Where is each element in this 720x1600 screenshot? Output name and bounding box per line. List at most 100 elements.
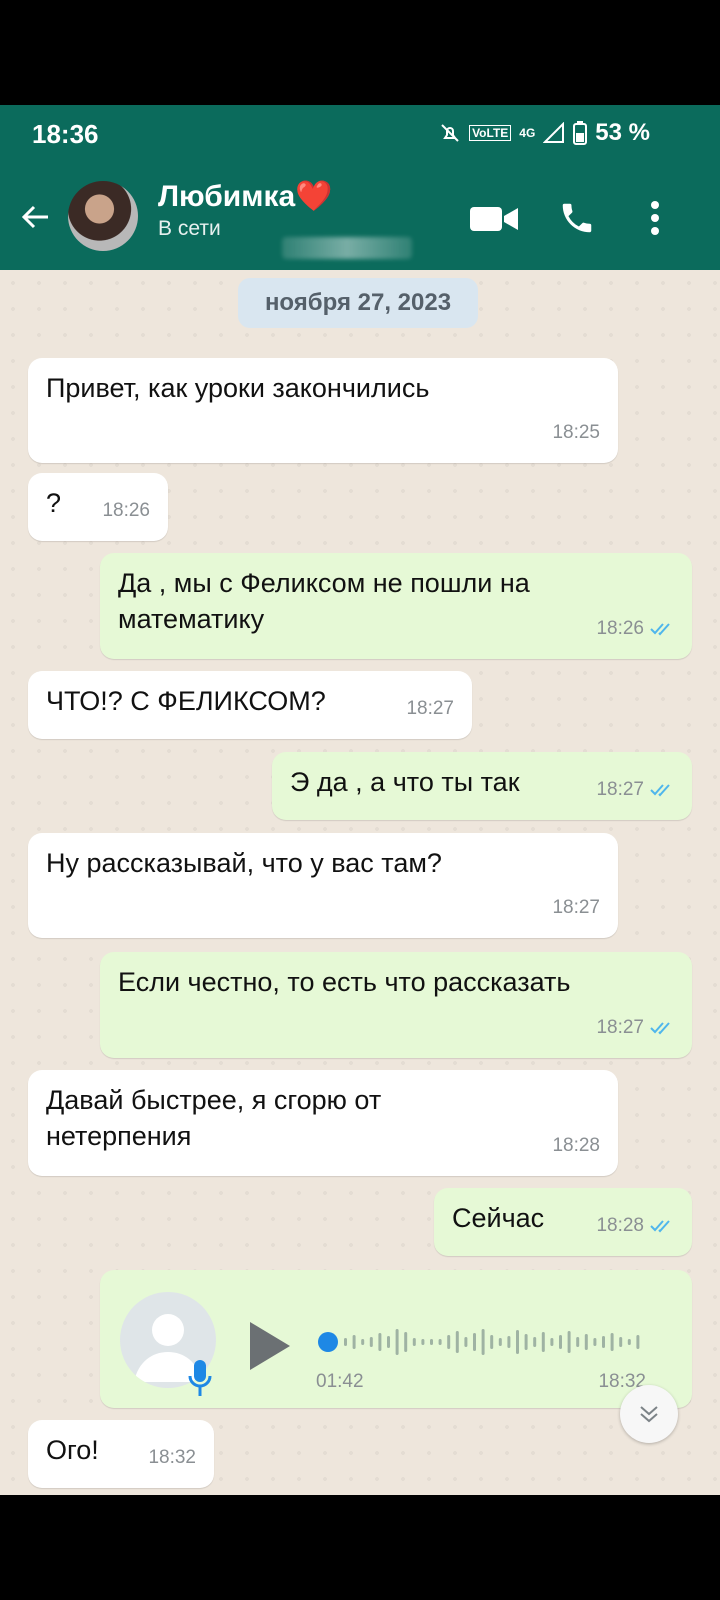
message-time: 18:27 bbox=[596, 1010, 674, 1046]
message-text: Э да , а что ты так bbox=[290, 767, 520, 797]
voice-duration: 01:42 bbox=[316, 1371, 364, 1392]
message-timestamp: 18:27 bbox=[406, 698, 454, 719]
incoming-message[interactable]: ? 18:26 bbox=[28, 473, 168, 541]
status-icons: VoLTE 4G 53 % bbox=[439, 119, 650, 147]
message-timestamp: 18:26 bbox=[102, 500, 150, 521]
redacted-area bbox=[282, 237, 412, 259]
waveform-bar bbox=[481, 1329, 485, 1355]
waveform-bar bbox=[559, 1335, 562, 1349]
message-time: 18:27 bbox=[406, 691, 454, 727]
chat-header: Любимка❤️ В сети bbox=[0, 165, 720, 270]
message-timestamp: 18:25 bbox=[552, 422, 600, 443]
voice-call-button[interactable] bbox=[552, 193, 602, 243]
video-camera-icon bbox=[470, 207, 518, 231]
waveform-bar bbox=[447, 1335, 451, 1349]
waveform-bar bbox=[610, 1333, 614, 1351]
outgoing-message[interactable]: Если честно, то есть что рассказать 18:2… bbox=[100, 952, 692, 1058]
waveform-bar bbox=[438, 1339, 442, 1345]
message-time: 18:26 bbox=[596, 611, 674, 647]
message-time: 18:26 bbox=[102, 493, 150, 529]
back-arrow-icon bbox=[21, 205, 48, 229]
read-ticks-icon bbox=[650, 784, 670, 797]
volte-label: VoLTE bbox=[469, 125, 512, 141]
audio-waveform[interactable] bbox=[318, 1324, 648, 1360]
read-ticks-icon bbox=[650, 1220, 670, 1233]
message-text: Давай быстрее, я сгорю от нетерпения bbox=[46, 1085, 382, 1151]
message-time: 18:27 bbox=[596, 772, 674, 808]
waveform-bar bbox=[344, 1338, 347, 1346]
outgoing-message[interactable]: Э да , а что ты так 18:27 bbox=[272, 752, 692, 820]
incoming-message[interactable]: ЧТО!? С ФЕЛИКСОМ? 18:27 bbox=[28, 671, 472, 739]
message-text: Ну рассказывай, что у вас там? bbox=[46, 848, 442, 878]
signal-icon bbox=[543, 122, 565, 143]
network-label: 4G bbox=[519, 126, 536, 140]
waveform-bar bbox=[516, 1330, 519, 1354]
double-chevron-down-icon bbox=[640, 1406, 658, 1423]
contact-name[interactable]: Любимка❤️ bbox=[158, 179, 333, 214]
outgoing-message[interactable]: Да , мы с Феликсом не пошли на математик… bbox=[100, 553, 692, 659]
message-timestamp: 18:28 bbox=[596, 1215, 644, 1236]
waveform-bar bbox=[636, 1335, 640, 1349]
message-text: Если честно, то есть что рассказать bbox=[118, 967, 571, 997]
waveform-bar bbox=[369, 1337, 373, 1347]
microphone-icon bbox=[188, 1360, 212, 1396]
back-button[interactable] bbox=[14, 195, 58, 239]
waveform-bar bbox=[593, 1338, 597, 1346]
waveform-bar bbox=[412, 1338, 416, 1346]
waveform-bar bbox=[430, 1339, 433, 1345]
message-timestamp: 18:27 bbox=[596, 779, 644, 800]
message-time: 18:28 bbox=[552, 1128, 600, 1164]
video-call-button[interactable] bbox=[470, 193, 520, 243]
message-timestamp: 18:27 bbox=[552, 897, 600, 918]
message-text: Да , мы с Феликсом не пошли на математик… bbox=[118, 568, 530, 634]
playback-position[interactable] bbox=[318, 1332, 338, 1352]
waveform-bar bbox=[541, 1332, 545, 1352]
date-chip: ноября 27, 2023 bbox=[238, 278, 478, 328]
voice-message[interactable]: 01:42 18:32 bbox=[100, 1270, 692, 1408]
contact-avatar[interactable] bbox=[68, 181, 138, 251]
read-ticks-icon bbox=[650, 1022, 670, 1035]
message-timestamp: 18:28 bbox=[552, 1135, 600, 1156]
message-timestamp: 18:26 bbox=[596, 618, 644, 639]
message-list[interactable]: ноября 27, 2023 Привет, как уроки законч… bbox=[0, 270, 720, 1495]
waveform-bar bbox=[387, 1336, 390, 1348]
phone-icon bbox=[562, 203, 592, 233]
message-text: Ого! bbox=[46, 1435, 99, 1465]
waveform-bar bbox=[584, 1334, 588, 1350]
scroll-down-button[interactable] bbox=[620, 1385, 678, 1443]
incoming-message[interactable]: Привет, как уроки закончились 18:25 bbox=[28, 358, 618, 463]
status-bar: 18:36 VoLTE 4G 53 % bbox=[0, 105, 720, 165]
message-time: 18:28 bbox=[596, 1208, 674, 1244]
battery-icon bbox=[573, 121, 588, 145]
waveform-bar bbox=[404, 1332, 408, 1352]
whatsapp-chat-screen: 18:36 VoLTE 4G 53 % Любимка❤️ В сети ноя… bbox=[0, 105, 720, 1495]
message-text: Привет, как уроки закончились bbox=[46, 373, 430, 403]
message-timestamp: 18:32 bbox=[148, 1447, 196, 1468]
message-text: ЧТО!? С ФЕЛИКСОМ? bbox=[46, 686, 326, 716]
more-options-button[interactable] bbox=[640, 193, 670, 243]
status-time: 18:36 bbox=[32, 119, 99, 149]
waveform-bar bbox=[498, 1338, 502, 1346]
waveform-bar bbox=[464, 1337, 468, 1347]
incoming-message[interactable]: Ого! 18:32 bbox=[28, 1420, 214, 1488]
waveform-bar bbox=[619, 1337, 623, 1347]
waveform-bar bbox=[524, 1334, 528, 1350]
waveform-bar bbox=[602, 1336, 605, 1348]
waveform-bar bbox=[455, 1331, 459, 1353]
waveform-bar bbox=[533, 1337, 537, 1347]
read-ticks-icon bbox=[650, 623, 670, 636]
waveform-bar bbox=[352, 1335, 356, 1349]
contact-status: В сети bbox=[158, 217, 221, 240]
outgoing-message[interactable]: Сейчас 18:28 bbox=[434, 1188, 692, 1256]
waveform-bar bbox=[395, 1329, 399, 1355]
waveform-bar bbox=[490, 1335, 494, 1349]
play-button[interactable] bbox=[250, 1322, 290, 1370]
message-text: Сейчас bbox=[452, 1203, 545, 1233]
waveform-bar bbox=[473, 1333, 476, 1351]
incoming-message[interactable]: Давай быстрее, я сгорю от нетерпения 18:… bbox=[28, 1070, 618, 1176]
waveform-bar bbox=[627, 1339, 631, 1345]
waveform-bar bbox=[576, 1337, 580, 1347]
incoming-message[interactable]: Ну рассказывай, что у вас там? 18:27 bbox=[28, 833, 618, 938]
waveform-bar bbox=[421, 1339, 425, 1345]
message-time: 18:32 bbox=[148, 1440, 196, 1476]
